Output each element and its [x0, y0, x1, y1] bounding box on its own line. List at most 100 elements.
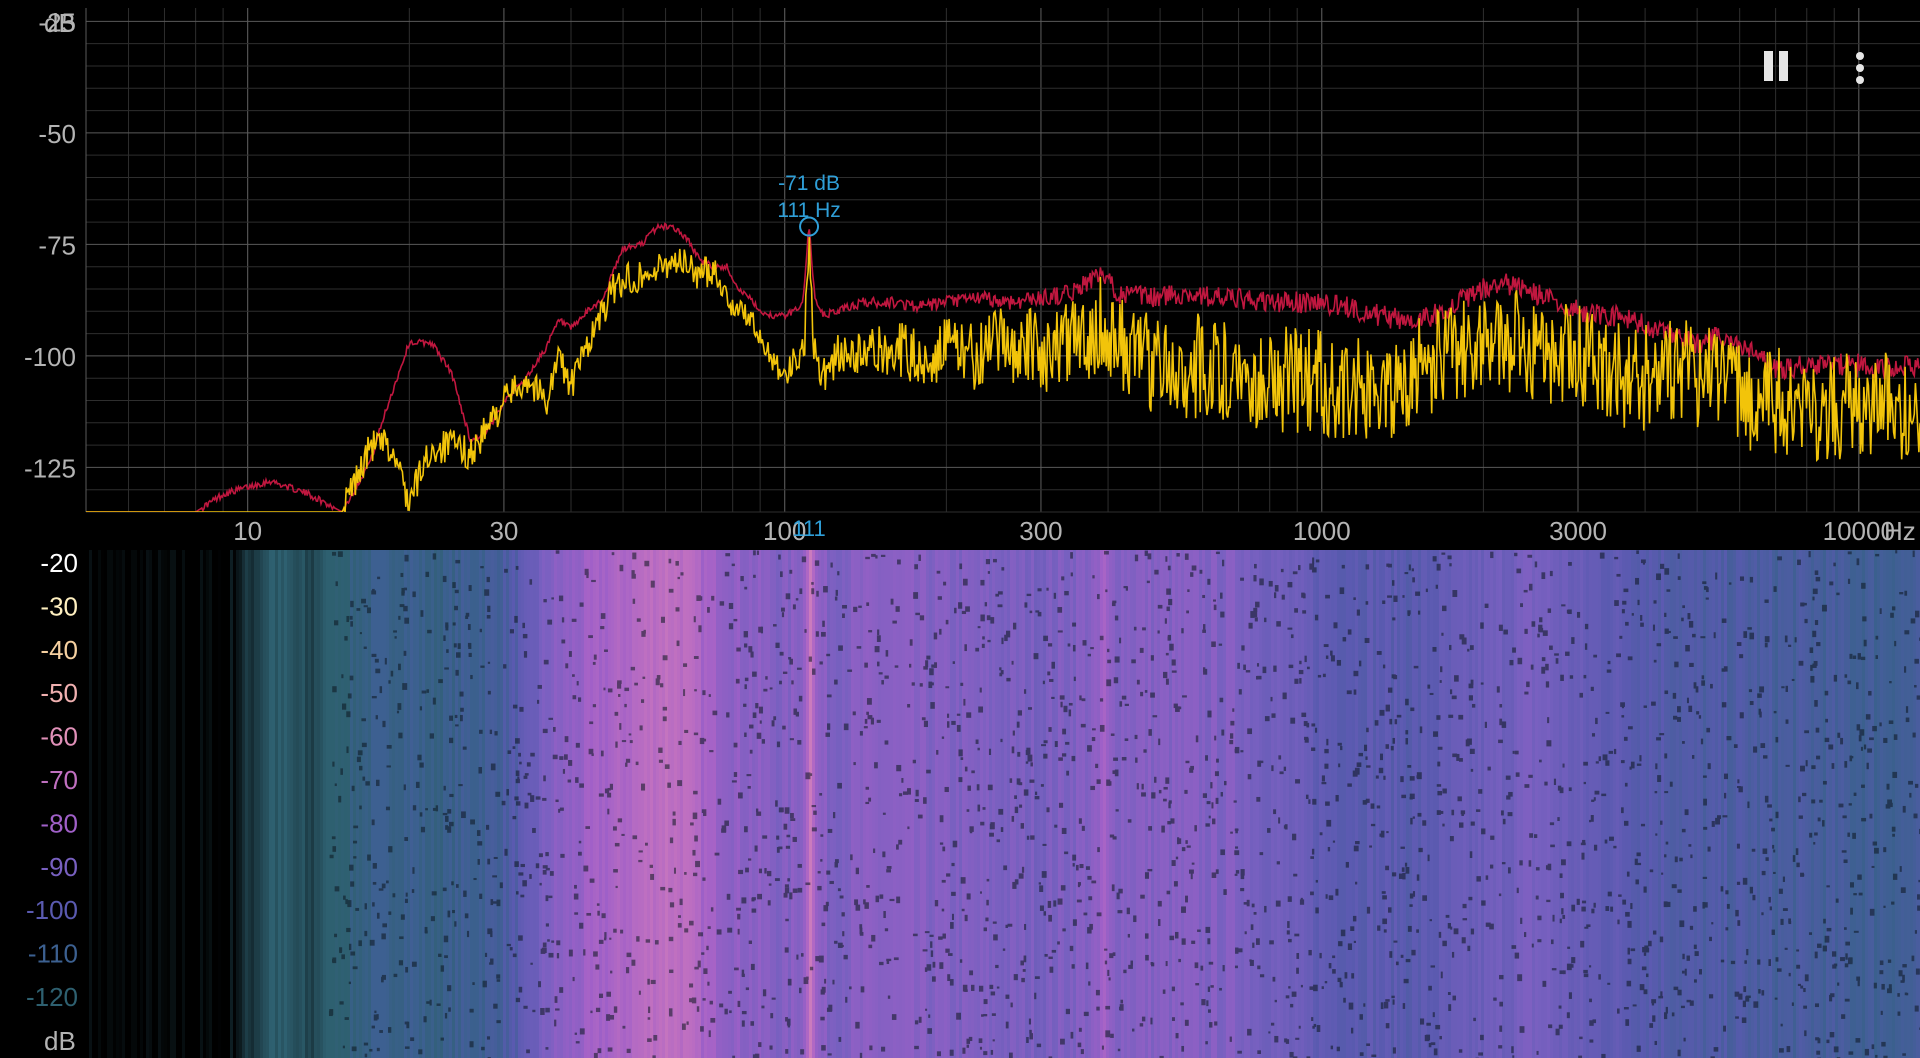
spectrogram-speckle: [1237, 948, 1243, 953]
spectrogram-speckle: [717, 798, 722, 805]
spectrogram-speckle: [1416, 775, 1421, 779]
spectrogram-speckle: [1601, 1053, 1606, 1058]
spectrogram-speckle: [823, 586, 828, 593]
spectrogram-speckle: [1856, 724, 1861, 731]
spectrogram-speckle: [677, 923, 682, 928]
spectrogram-speckle: [398, 615, 401, 620]
spectrogram-speckle: [527, 792, 532, 796]
spectrogram-speckle: [1350, 926, 1355, 932]
spectrogram-speckle: [967, 785, 971, 791]
spectrogram-speckle: [921, 717, 926, 721]
spectrogram-speckle: [692, 812, 698, 820]
spectrogram-speckle: [1883, 737, 1888, 743]
spectrogram-speckle: [1386, 831, 1389, 834]
spectrogram-speckle: [1376, 651, 1382, 655]
spectrogram-speckle: [1788, 644, 1792, 647]
spectrogram-speckle: [1478, 1052, 1484, 1056]
spectrogram-speckle: [1072, 919, 1077, 926]
spectrogram-speckle: [1620, 760, 1625, 764]
spectrogram-column: [1151, 550, 1155, 1058]
spectrogram-speckle: [1636, 550, 1639, 554]
spectrogram-column: [1700, 550, 1704, 1058]
spectrogram-speckle: [1338, 763, 1341, 768]
spectrogram-speckle: [1892, 833, 1895, 837]
spectrogram-speckle: [823, 905, 829, 912]
spectrogram-speckle: [477, 841, 483, 846]
spectrogram-column: [1196, 550, 1200, 1058]
spectrogram-speckle: [686, 1021, 689, 1025]
spectrogram-column: [1031, 550, 1035, 1058]
spectrogram-speckle: [989, 984, 994, 990]
spectrogram-speckle: [647, 978, 650, 985]
spectrogram-speckle: [1822, 945, 1827, 952]
spectrum-chart[interactable]: -25-50-75-100-125dB10 30 100 300 1000 3000 100…: [0, 0, 1920, 550]
spectrogram-speckle: [425, 571, 430, 578]
spectrogram-column: [131, 550, 135, 1058]
spectrogram[interactable]: -20-30-40-50-60-70-80-90-100-110-120dB: [0, 550, 1920, 1058]
spectrogram-speckle: [452, 622, 456, 626]
spectrogram-column: [263, 550, 267, 1058]
spectrogram-speckle: [1665, 901, 1671, 908]
spectrogram-speckle: [1449, 689, 1453, 695]
spectrogram-speckle: [966, 893, 971, 900]
spectrogram-speckle: [1381, 891, 1386, 894]
spectrogram-column: [1790, 550, 1794, 1058]
spectrogram-speckle: [1378, 767, 1384, 774]
spectrogram-speckle: [860, 986, 865, 993]
spectrogram-speckle: [714, 852, 720, 856]
spectrogram-speckle: [818, 955, 824, 963]
spectrogram-speckle: [632, 835, 638, 840]
spectrogram-speckle: [1748, 689, 1753, 693]
spectrogram-speckle: [445, 825, 449, 830]
spectrogram-speckle: [459, 691, 464, 697]
spectrogram-speckle: [1095, 763, 1099, 769]
spectrogram-speckle: [1096, 594, 1100, 600]
spectrogram-speckle: [1772, 844, 1775, 849]
spectrogram-speckle: [1517, 974, 1523, 982]
spectrogram-speckle: [699, 737, 705, 745]
spectrogram-speckle: [1894, 640, 1897, 647]
spectrogram-speckle: [362, 776, 366, 781]
spectrogram-speckle: [1401, 794, 1407, 799]
spectrogram-column: [971, 550, 975, 1058]
spectrogram-speckle: [400, 914, 405, 920]
spectrogram-speckle: [607, 792, 612, 798]
spectrogram-column: [1229, 550, 1233, 1058]
spectrogram-speckle: [1387, 595, 1392, 598]
spectrogram-speckle: [1001, 637, 1004, 645]
spectrogram-column: [1475, 550, 1479, 1058]
spectrogram-column: [1523, 550, 1527, 1058]
spectrogram-speckle: [1328, 963, 1332, 969]
menu-button[interactable]: [1832, 40, 1888, 96]
spectrogram-speckle: [1545, 663, 1549, 671]
spectrogram-speckle: [1673, 636, 1678, 639]
spectrogram-speckle: [1428, 985, 1432, 991]
spectrogram-speckle: [515, 997, 521, 1003]
spectrogram-speckle: [982, 807, 986, 810]
spectrogram-speckle: [571, 618, 577, 622]
spectrogram-speckle: [1180, 1002, 1184, 1006]
spectrogram-speckle: [1108, 977, 1111, 981]
spectrogram-speckle: [1605, 906, 1610, 911]
spectrogram-speckle: [969, 827, 973, 834]
spectrogram-speckle: [996, 986, 1000, 989]
spectrogram-speckle: [1104, 948, 1108, 951]
pause-button[interactable]: [1748, 40, 1804, 96]
spectrogram-speckle: [1826, 1039, 1830, 1044]
spectrogram-speckle: [1257, 675, 1262, 680]
spectrogram-column: [125, 550, 129, 1058]
spectrogram-speckle: [356, 756, 361, 763]
spectrogram-column: [983, 550, 987, 1058]
spectrogram-speckle: [968, 1036, 973, 1042]
spectrogram-speckle: [843, 723, 849, 731]
spectrogram-speckle: [538, 853, 543, 858]
spectrogram-speckle: [617, 682, 622, 689]
spectrogram-speckle: [1449, 644, 1452, 651]
spectrogram-speckle: [1538, 627, 1544, 633]
pause-icon: [1761, 50, 1791, 86]
spectrogram-speckle: [1558, 1005, 1562, 1009]
spectrogram-speckle: [363, 646, 367, 649]
spectrogram-speckle: [826, 870, 831, 875]
spectrogram-column: [1751, 550, 1755, 1058]
spectrogram-column: [416, 550, 420, 1058]
